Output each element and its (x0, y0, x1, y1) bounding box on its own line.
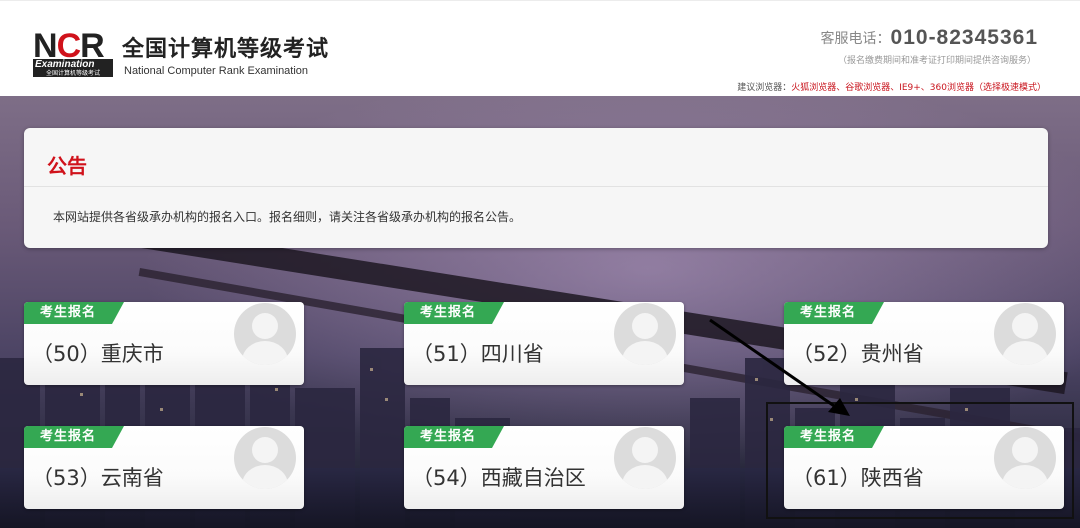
province-card-yunnan[interactable]: 考生报名 （53）云南省 (24, 426, 304, 509)
avatar-icon (614, 427, 676, 489)
logo-mark: NCR (33, 27, 105, 65)
hotline-note: （报名缴费期间和准考证打印期间提供咨询服务） (837, 56, 1036, 66)
registration-tag: 考生报名 (24, 426, 124, 448)
registration-tag: 考生报名 (404, 302, 504, 324)
province-label: （54）西藏自治区 (412, 466, 586, 490)
logo-examination-text: Examination (33, 59, 113, 70)
notice-text: 本网站提供各省级承办机构的报名入口。报名细则，请关注各省级承办机构的报名公告。 (53, 210, 522, 224)
hotline-label: 客服电话： (820, 31, 891, 47)
province-label: （50）重庆市 (32, 342, 164, 366)
site-subtitle: National Computer Rank Examination (124, 65, 309, 77)
avatar-icon (234, 303, 296, 365)
browser-prefix: 建议浏览器： (737, 83, 792, 93)
browser-recommendation: 建议浏览器：火狐浏览器、谷歌浏览器、IE9+、360浏览器（选择极速模式） (737, 80, 1046, 93)
hotline-number: 010-82345361 (890, 26, 1038, 49)
avatar-icon (234, 427, 296, 489)
province-card-tibet[interactable]: 考生报名 （54）西藏自治区 (404, 426, 684, 509)
province-card-chongqing[interactable]: 考生报名 （50）重庆市 (24, 302, 304, 385)
hotline: 客服电话：010-82345361 (821, 26, 1038, 50)
registration-tag: 考生报名 (404, 426, 504, 448)
notice-title: 公告 (47, 154, 87, 178)
notice-divider (24, 186, 1048, 187)
avatar-icon (614, 303, 676, 365)
logo-subtext: 全国计算机等级考试 (33, 70, 113, 77)
avatar-icon (994, 303, 1056, 365)
province-label: （51）四川省 (412, 342, 544, 366)
province-label: （53）云南省 (32, 466, 164, 490)
annotation-arrow-icon (709, 318, 850, 416)
notice-panel: 公告 本网站提供各省级承办机构的报名入口。报名细则，请关注各省级承办机构的报名公… (24, 128, 1048, 248)
site-header: NCR Examination 全国计算机等级考试 全国计算机等级考试 Nati… (0, 0, 1080, 96)
ncre-logo[interactable]: NCR Examination 全国计算机等级考试 (33, 29, 115, 77)
registration-tag: 考生报名 (24, 302, 124, 324)
site-title: 全国计算机等级考试 (122, 37, 330, 62)
browser-list: 火狐浏览器、谷歌浏览器、IE9+、360浏览器（选择极速模式） (791, 83, 1046, 93)
province-card-sichuan[interactable]: 考生报名 （51）四川省 (404, 302, 684, 385)
